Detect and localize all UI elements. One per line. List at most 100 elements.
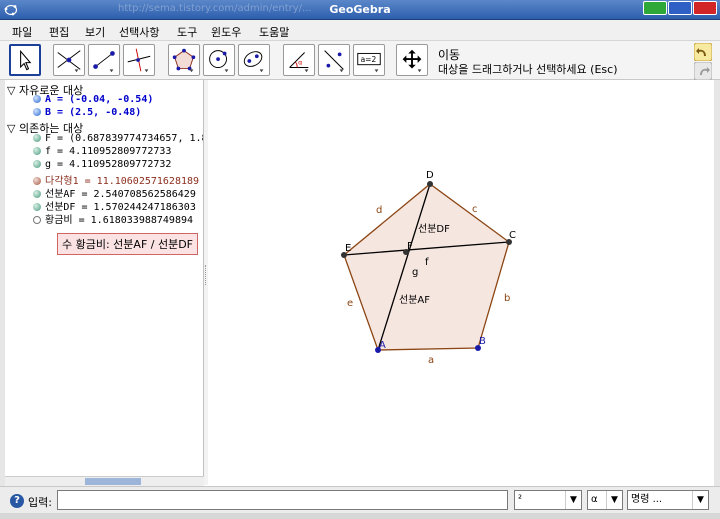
label-b: b bbox=[504, 293, 510, 304]
close-button[interactable] bbox=[693, 1, 717, 15]
label-d: d bbox=[376, 205, 382, 216]
menu-bar: 파일 편집 보기 선택사항 도구 윈도우 도움말 bbox=[0, 20, 720, 41]
menu-window[interactable]: 윈도우 bbox=[211, 24, 241, 40]
label-F: F bbox=[407, 241, 413, 252]
move-view-tool-button[interactable] bbox=[396, 44, 428, 76]
algebra-item-golden-ratio[interactable]: 황금비 = 1.618033988749894 bbox=[33, 211, 193, 226]
visibility-dot-icon[interactable] bbox=[33, 160, 41, 168]
visibility-dot-icon[interactable] bbox=[33, 203, 41, 211]
label-g: g bbox=[412, 267, 418, 278]
algebra-item-A[interactable]: A = (-0.04, -0.54) bbox=[33, 94, 153, 105]
input-label: 입력: bbox=[28, 496, 52, 509]
polygon-icon bbox=[172, 48, 196, 73]
perpendicular-icon bbox=[127, 48, 151, 73]
move-icon bbox=[20, 49, 32, 71]
window-title: GeoGebra bbox=[329, 3, 391, 16]
move-view-icon bbox=[402, 49, 422, 73]
chevron-down-icon[interactable]: ▼ bbox=[606, 491, 622, 509]
visibility-dot-icon[interactable] bbox=[33, 108, 41, 116]
algebra-item-text: F = (0.687839774734657, 1.894 bbox=[45, 133, 204, 144]
undo-icon[interactable] bbox=[694, 43, 712, 61]
algebra-item-g[interactable]: g = 4.110952809772732 bbox=[33, 159, 171, 170]
menu-file[interactable]: 파일 bbox=[12, 24, 32, 40]
title-bar: http://sema.tistory.com/admin/entry/... … bbox=[0, 0, 720, 20]
combo-value: 명령 ... bbox=[631, 494, 663, 505]
algebra-item-text: 황금비 = 1.618033988749894 bbox=[45, 215, 194, 226]
combo-value: α bbox=[591, 494, 598, 505]
command-combo[interactable]: 명령 ... ▼ bbox=[627, 490, 709, 510]
segment-tool-button[interactable] bbox=[88, 44, 120, 76]
label-E: E bbox=[345, 243, 351, 254]
label-segment-df: 선분DF bbox=[418, 223, 450, 235]
point-D[interactable] bbox=[427, 181, 433, 187]
definition-tooltip: 수 황금비: 선분AF / 선분DF bbox=[57, 233, 199, 255]
label-B: B bbox=[479, 336, 486, 347]
menu-options[interactable]: 선택사항 bbox=[119, 24, 159, 40]
menu-tools[interactable]: 도구 bbox=[177, 24, 197, 40]
text-icon: a=2 bbox=[357, 52, 381, 73]
segment-icon bbox=[93, 51, 115, 73]
circle-tool-button[interactable] bbox=[203, 44, 235, 76]
visibility-dot-icon[interactable] bbox=[33, 147, 41, 155]
label-c: c bbox=[472, 204, 478, 215]
label-f: f bbox=[425, 257, 429, 268]
algebra-item-f[interactable]: f = 4.110952809772733 bbox=[33, 146, 171, 157]
algebra-item-text: g = 4.110952809772732 bbox=[45, 159, 172, 170]
perpendicular-tool-button[interactable] bbox=[123, 44, 155, 76]
menu-view[interactable]: 보기 bbox=[85, 24, 105, 40]
text-tool-button[interactable]: a=2 bbox=[353, 44, 385, 76]
conic-tool-button[interactable] bbox=[238, 44, 270, 76]
greek-letter-combo[interactable]: α ▼ bbox=[587, 490, 623, 510]
algebra-horizontal-scrollbar[interactable] bbox=[5, 476, 204, 486]
collapse-arrow-icon[interactable]: ▽ bbox=[7, 84, 15, 97]
maximize-button[interactable] bbox=[668, 1, 692, 15]
help-icon[interactable]: ? bbox=[10, 494, 24, 508]
label-segment-af: 선분AF bbox=[399, 294, 430, 306]
label-D: D bbox=[426, 170, 434, 181]
angle-tool-button[interactable]: α bbox=[283, 44, 315, 76]
chevron-down-icon[interactable]: ▼ bbox=[692, 491, 708, 509]
symbol-superscript-combo[interactable]: ² ▼ bbox=[514, 490, 582, 510]
scrollbar-thumb[interactable] bbox=[85, 478, 141, 485]
menu-edit[interactable]: 편집 bbox=[49, 24, 69, 40]
text-tool-label: a=2 bbox=[361, 55, 377, 64]
menu-help[interactable]: 도움말 bbox=[259, 24, 289, 40]
reflect-icon bbox=[324, 50, 344, 73]
algebra-item-F[interactable]: F = (0.687839774734657, 1.894 bbox=[33, 133, 204, 144]
algebra-item-text: f = 4.110952809772733 bbox=[45, 146, 172, 157]
algebra-item-text: B = (2.5, -0.48) bbox=[45, 107, 142, 118]
intersect-tool-button[interactable] bbox=[53, 44, 85, 76]
combo-value: ² bbox=[518, 494, 523, 505]
algebra-item-text: A = (-0.04, -0.54) bbox=[45, 94, 154, 105]
label-A: A bbox=[379, 340, 386, 351]
hidden-dot-icon[interactable] bbox=[33, 216, 41, 224]
graphics-canvas[interactable]: D C E F A B a b c d e f g 선분DF 선분AF bbox=[208, 80, 714, 486]
angle-icon: α bbox=[289, 52, 309, 73]
chevron-down-icon[interactable]: ▼ bbox=[565, 491, 581, 509]
graphics-view[interactable]: D C E F A B a b c d e f g 선분DF 선분AF bbox=[208, 80, 714, 486]
minimize-button[interactable] bbox=[643, 1, 667, 15]
reflect-tool-button[interactable] bbox=[318, 44, 350, 76]
algebra-item-B[interactable]: B = (2.5, -0.48) bbox=[33, 107, 141, 118]
intersect-lines-icon bbox=[57, 50, 81, 73]
right-frame bbox=[714, 80, 720, 486]
collapse-arrow-icon[interactable]: ▽ bbox=[7, 122, 15, 135]
svg-text:α: α bbox=[298, 59, 302, 67]
visibility-dot-icon[interactable] bbox=[33, 95, 41, 103]
visibility-dot-icon[interactable] bbox=[33, 134, 41, 142]
conic-icon bbox=[243, 51, 264, 73]
move-tool-button[interactable] bbox=[9, 44, 41, 76]
visibility-dot-icon[interactable] bbox=[33, 190, 41, 198]
status-strip bbox=[0, 513, 720, 519]
toolbar: α a=2 이동 대상을 드래그하거나 선택하세요 (Esc) bbox=[0, 41, 720, 80]
label-e: e bbox=[347, 298, 353, 309]
label-C: C bbox=[509, 230, 516, 241]
visibility-dot-icon[interactable] bbox=[33, 177, 41, 185]
polygon-tool-button[interactable] bbox=[168, 44, 200, 76]
splitter-grip[interactable] bbox=[205, 265, 207, 285]
label-a: a bbox=[428, 355, 434, 366]
redo-icon[interactable] bbox=[694, 62, 712, 80]
command-input[interactable] bbox=[57, 490, 508, 510]
algebra-view: ▽ 자유로운 대상 A = (-0.04, -0.54) B = (2.5, -… bbox=[5, 80, 204, 476]
active-tool-help: 대상을 드래그하거나 선택하세요 (Esc) bbox=[438, 63, 618, 76]
